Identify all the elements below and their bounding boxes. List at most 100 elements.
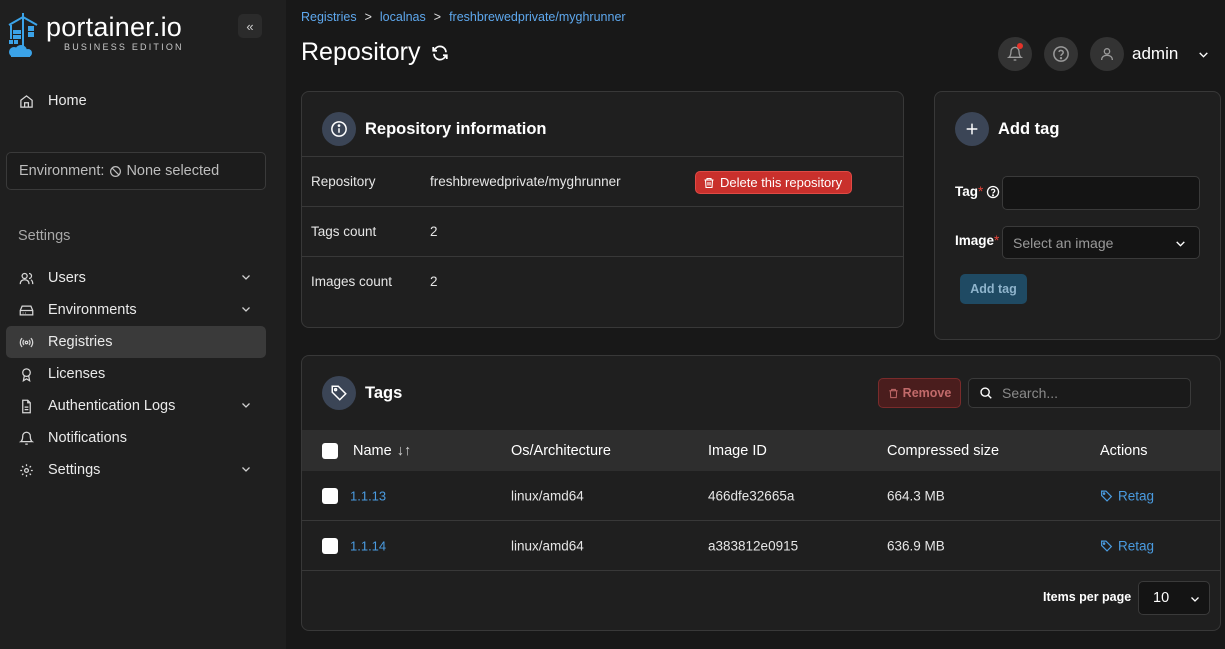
gear-icon [18,462,34,478]
search-box [968,378,1191,408]
delete-repository-button[interactable]: Delete this repository [695,171,853,194]
sidebar-item-users[interactable]: Users [6,262,266,294]
column-actions: Actions [1100,442,1148,459]
image-select-placeholder: Select an image [1013,234,1114,251]
sidebar-item-settings[interactable]: Settings [6,454,266,486]
user-avatar[interactable] [1090,37,1124,71]
portainer-logo-icon [8,13,38,57]
plus-icon [955,112,989,146]
logo-subtitle: BUSINESS EDITION [64,42,184,52]
image-select[interactable]: Select an image [1002,226,1200,259]
row-checkbox[interactable] [322,537,338,554]
page-title: Repository [301,38,449,67]
breadcrumb-registries[interactable]: Registries [301,10,357,24]
search-input[interactable] [1002,385,1172,401]
portainer-logo[interactable]: portainer.io BUSINESS EDITION [6,12,184,60]
column-compressed-size: Compressed size [887,442,1000,459]
notifications-button[interactable] [998,37,1032,71]
table-header: Name ↓↑ Os/Architecture Image ID Compress… [302,430,1220,471]
trash-icon [889,388,898,398]
sidebar-item-label: Registries [48,334,113,350]
sort-icon: ↓↑ [396,442,412,459]
chevron-down-icon [242,467,250,472]
settings-nav: Users Environments Registries Licenses A… [6,262,266,486]
user-icon [1101,48,1113,61]
sidebar: portainer.io BUSINESS EDITION « Home Env… [0,0,286,649]
tag-image-id: 466dfe32665a [708,488,795,503]
sidebar-item-label: Licenses [48,366,106,382]
sidebar-item-label: Authentication Logs [48,398,176,414]
notification-dot [1017,43,1023,49]
tag-name-link[interactable]: 1.1.14 [350,538,386,553]
help-circle-icon[interactable] [986,185,1000,199]
tag-os: linux/amd64 [511,538,584,553]
sidebar-item-registries[interactable]: Registries [6,326,266,358]
collapse-sidebar-button[interactable]: « [238,14,262,38]
tag-size: 664.3 MB [887,488,945,503]
user-name[interactable]: admin [1132,44,1178,64]
table-row: 1.1.14 linux/amd64 a383812e0915 636.9 MB… [302,521,1220,571]
double-chevron-left-icon: « [246,18,254,34]
retag-button[interactable]: Retag [1100,488,1154,503]
info-row-repository: Repository freshbrewedprivate/myghrunner… [302,156,904,206]
sidebar-item-authentication-logs[interactable]: Authentication Logs [6,390,266,422]
chevron-down-icon [1191,597,1199,602]
chevron-down-icon [1176,241,1185,247]
card-title: Tags [365,383,403,402]
tag-icon [1101,490,1113,502]
tag-input[interactable] [1002,176,1200,210]
card-title: Add tag [998,119,1060,138]
info-row-tags-count: Tags count 2 [302,206,904,256]
sidebar-item-label: Users [48,270,86,286]
logo-name: portainer.io [46,12,182,42]
breadcrumb: Registries > localnas > freshbrewedpriva… [301,10,626,24]
column-name[interactable]: Name ↓↑ [353,443,411,459]
remove-button[interactable]: Remove [878,378,961,408]
info-key: Tags count [311,224,377,239]
image-label: Image* [955,233,1000,248]
sidebar-item-label: Settings [48,462,101,478]
radio-icon [18,334,34,350]
info-value: 2 [430,224,438,239]
bell-icon [18,430,34,446]
tag-name-link[interactable]: 1.1.13 [350,488,386,503]
sidebar-item-label: Home [48,93,87,109]
items-per-page-select[interactable]: 10 [1138,581,1210,615]
tag-label: Tag * [955,184,1000,199]
refresh-icon[interactable] [431,44,449,62]
chevron-down-icon[interactable] [1197,48,1210,61]
sidebar-item-home[interactable]: Home [6,86,266,116]
breadcrumb-separator: > [364,10,372,24]
sidebar-item-licenses[interactable]: Licenses [6,358,266,390]
search-icon [980,387,992,399]
trash-icon [704,177,714,188]
home-icon [18,93,34,109]
tag-icon [1101,540,1113,552]
tag-image-id: a383812e0915 [708,538,799,553]
add-tag-button[interactable]: Add tag [960,274,1027,304]
info-icon [322,112,356,146]
help-button[interactable] [1044,37,1078,71]
add-tag-card: Add tag Tag * Image* Select an image Add … [934,91,1221,340]
award-icon [18,366,34,382]
tag-os: linux/amd64 [511,488,584,503]
server-icon [18,302,34,318]
breadcrumb-repository[interactable]: freshbrewedprivate/myghrunner [449,10,625,24]
info-value: 2 [430,274,438,289]
environment-prefix: Environment: [19,163,105,179]
settings-heading: Settings [18,228,71,244]
retag-button[interactable]: Retag [1100,538,1154,553]
delete-label: Delete this repository [720,175,843,190]
environment-selector[interactable]: Environment: None selected [6,152,266,190]
tag-icon [322,376,356,410]
row-checkbox[interactable] [322,487,338,504]
breadcrumb-localnas[interactable]: localnas [380,10,426,24]
sidebar-item-environments[interactable]: Environments [6,294,266,326]
info-key: Images count [311,274,393,289]
select-all-checkbox[interactable] [322,442,338,459]
file-text-icon [18,398,34,414]
table-row: 1.1.13 linux/amd64 466dfe32665a 664.3 MB… [302,471,1220,521]
info-value: freshbrewedprivate/myghrunner [430,174,621,189]
sidebar-item-notifications[interactable]: Notifications [6,422,266,454]
info-row-images-count: Images count 2 [302,256,904,306]
